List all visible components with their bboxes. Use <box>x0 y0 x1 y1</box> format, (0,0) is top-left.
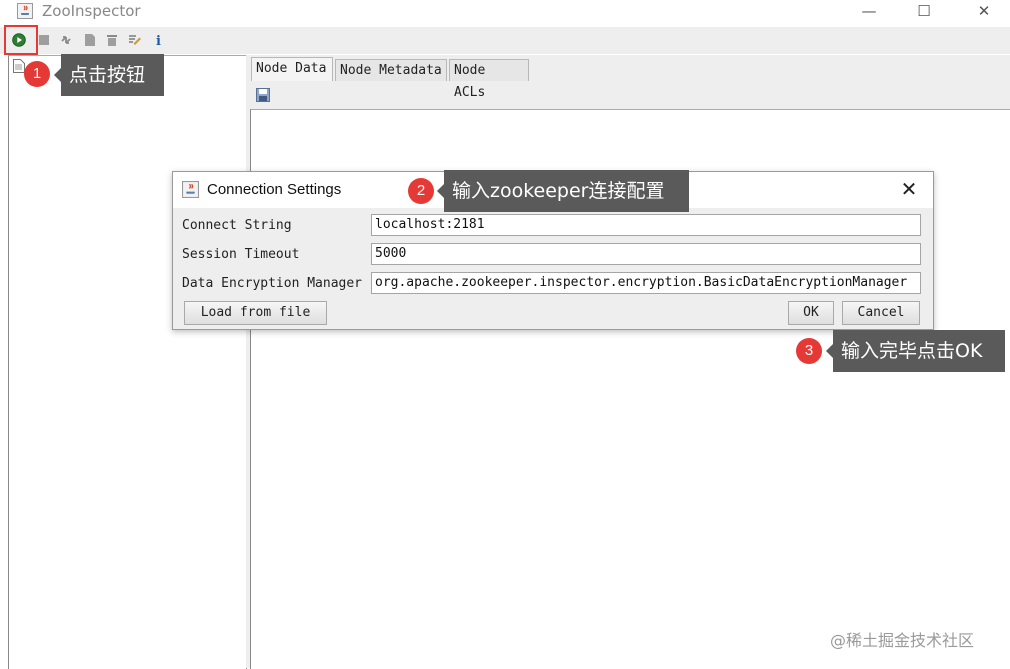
ok-button[interactable]: OK <box>788 301 834 325</box>
toolbar: i <box>0 27 1010 54</box>
step-1-callout: 点击按钮 <box>54 54 164 96</box>
add-node-icon[interactable] <box>83 33 97 47</box>
step-2-badge: 2 <box>408 178 434 204</box>
svg-text:i: i <box>156 34 161 47</box>
window-titlebar: ZooInspector — ☐ ✕ <box>0 0 1010 24</box>
session-timeout-label: Session Timeout <box>182 247 300 262</box>
tab-node-data[interactable]: Node Data <box>251 57 333 81</box>
node-tree-panel[interactable] <box>8 55 247 669</box>
minimize-button[interactable]: — <box>845 0 893 24</box>
tab-node-acls[interactable]: Node ACLs <box>449 59 529 100</box>
step-3-badge: 3 <box>796 338 822 364</box>
step-2-callout: 输入zookeeper连接配置 <box>437 170 689 212</box>
edit-icon[interactable] <box>128 33 142 47</box>
tab-node-metadata[interactable]: Node Metadata <box>335 59 447 81</box>
refresh-icon[interactable] <box>59 33 73 47</box>
delete-node-icon[interactable] <box>105 33 119 47</box>
connect-button-highlight <box>4 25 38 55</box>
java-dialog-icon <box>182 181 199 198</box>
data-encryption-manager-input[interactable]: org.apache.zookeeper.inspector.encryptio… <box>371 272 921 294</box>
session-timeout-input[interactable]: 5000 <box>371 243 921 265</box>
disconnect-icon[interactable] <box>37 33 51 47</box>
java-app-icon <box>17 3 33 19</box>
maximize-button[interactable]: ☐ <box>900 0 948 24</box>
connect-string-input[interactable]: localhost:2181 <box>371 214 921 236</box>
step-1-badge: 1 <box>24 61 50 87</box>
dialog-title: Connection Settings <box>207 181 342 198</box>
cancel-button[interactable]: Cancel <box>842 301 920 325</box>
save-icon[interactable] <box>256 88 270 102</box>
data-encryption-manager-label: Data Encryption Manager <box>182 276 363 291</box>
load-from-file-button[interactable]: Load from file <box>184 301 327 325</box>
connect-string-label: Connect String <box>182 218 292 233</box>
info-icon[interactable]: i <box>152 33 166 47</box>
window-title: ZooInspector <box>42 2 141 20</box>
window-close-button[interactable]: ✕ <box>960 0 1008 24</box>
watermark: @稀土掘金技术社区 <box>830 631 975 650</box>
step-3-callout: 输入完毕点击OK <box>826 330 1005 372</box>
dialog-close-button[interactable]: ✕ <box>895 176 923 204</box>
